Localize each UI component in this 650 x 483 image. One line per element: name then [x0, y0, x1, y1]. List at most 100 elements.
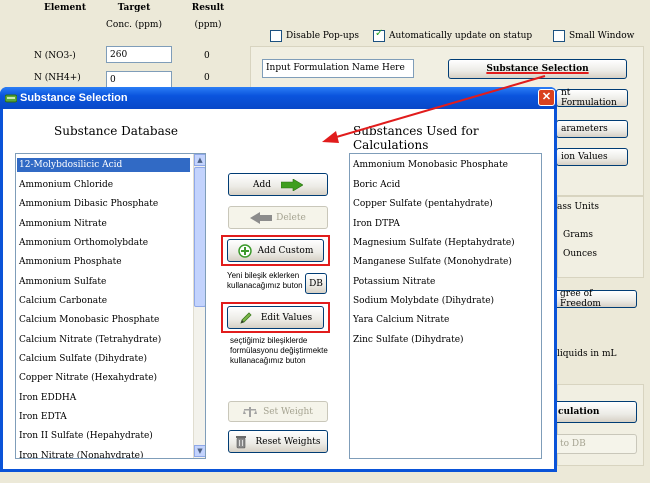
to-db-button-label: to DB — [560, 439, 586, 449]
used-heading: Substances Used for Calculations — [353, 124, 479, 152]
list-item[interactable]: Calcium Monobasic Phosphate — [19, 315, 159, 325]
degree-of-freedom-button[interactable]: gree of Freedom — [549, 289, 637, 309]
list-item[interactable]: Ammonium Sulfate — [19, 277, 106, 287]
disable-popups-checkbox[interactable] — [270, 30, 282, 42]
liquids-label: liquids in mL — [557, 349, 617, 359]
edit-values-note: seçtiğimiz bileşiklerde formülasyonu değ… — [230, 336, 340, 366]
small-window-checkbox[interactable] — [553, 30, 565, 42]
list-item[interactable]: Calcium Nitrate (Tetrahydrate) — [19, 335, 161, 345]
edit-values-button[interactable]: Edit Values — [227, 306, 324, 329]
target-column-header: Target Conc. (ppm) — [104, 2, 164, 31]
database-heading: Substance Database — [54, 124, 178, 138]
calculation-button-label: culation — [558, 407, 600, 417]
row-element-label: N (NO3-) — [34, 51, 76, 61]
list-item[interactable]: Calcium Sulfate (Dihydrate) — [19, 354, 147, 364]
trash-icon — [236, 435, 247, 448]
element-column-header: Element — [44, 3, 86, 13]
database-scrollbar[interactable]: ▲ ▼ — [193, 154, 205, 458]
disable-popups-label: Disable Pop-ups — [286, 31, 359, 41]
add-custom-button[interactable]: Add Custom — [227, 239, 324, 262]
small-window-label: Small Window — [569, 31, 635, 41]
dialog-titlebar[interactable]: Substance Selection ✕ — [0, 87, 557, 109]
parameters-button[interactable]: arameters — [556, 120, 628, 138]
db-button-label: DB — [309, 278, 323, 289]
list-item[interactable]: Sodium Molybdate (Dihydrate) — [353, 296, 494, 306]
substance-selection-button[interactable]: Substance Selection — [448, 59, 627, 79]
values-button-label: ion Values — [561, 152, 608, 162]
list-item[interactable]: Iron EDTA — [19, 412, 67, 422]
list-item[interactable]: Zinc Sulfate (Dihydrate) — [353, 335, 464, 345]
list-item[interactable]: Ammonium Monobasic Phosphate — [353, 160, 508, 170]
row-element-label: N (NH4+) — [34, 73, 81, 83]
auto-update-label: Automatically update on statup — [389, 31, 533, 41]
substance-selection-dialog: Substance Selection ✕ Substance Database… — [0, 87, 557, 472]
add-button[interactable]: Add — [228, 173, 328, 196]
target-header-label: Target — [117, 3, 151, 13]
list-item[interactable]: Potassium Nitrate — [353, 277, 435, 287]
list-item[interactable]: Yara Calcium Nitrate — [353, 315, 449, 325]
degree-button-label: gree of Freedom — [560, 289, 601, 309]
arrow-left-icon — [250, 211, 273, 224]
substance-selection-label: Substance Selection — [486, 64, 589, 74]
mass-units-label: ass Units — [557, 202, 599, 212]
used-substances-list[interactable]: Ammonium Monobasic Phosphate Boric Acid … — [349, 153, 542, 459]
substance-database-list[interactable]: 12-Molybdosilicic Acid Ammonium Chloride… — [15, 153, 206, 459]
list-item[interactable]: Manganese Sulfate (Monohydrate) — [353, 257, 512, 267]
list-item[interactable]: Ammonium Nitrate — [19, 219, 107, 229]
db-button[interactable]: DB — [305, 273, 327, 294]
delete-button-label: Delete — [276, 212, 306, 223]
set-weight-label: Set Weight — [263, 406, 313, 417]
result-column-header: Result (ppm) — [188, 2, 228, 31]
plus-circle-icon — [237, 243, 252, 258]
list-item[interactable]: Magnesium Sulfate (Heptahydrate) — [353, 238, 515, 248]
reset-weights-button[interactable]: Reset Weights — [228, 430, 328, 453]
ounces-option[interactable]: Ounces — [563, 249, 597, 259]
list-item[interactable]: Iron Nitrate (Nonahydrate) — [19, 451, 144, 458]
target-conc-input[interactable]: 0 — [106, 71, 172, 88]
dialog-title: Substance Selection — [20, 92, 128, 104]
list-item[interactable]: Copper Nitrate (Hexahydrate) — [19, 373, 157, 383]
dialog-client-area: Substance Database Substances Used for C… — [3, 109, 554, 469]
arrow-right-icon — [281, 178, 304, 191]
scroll-down-icon[interactable]: ▼ — [194, 445, 205, 457]
grams-option[interactable]: Grams — [563, 230, 593, 240]
values-button[interactable]: ion Values — [556, 148, 628, 166]
edit-values-label: Edit Values — [260, 312, 313, 323]
result-header-label: Result — [191, 3, 225, 13]
scroll-up-icon[interactable]: ▲ — [194, 154, 205, 166]
target-conc-input[interactable]: 260 — [106, 46, 172, 63]
add-custom-note: Yeni bileşik eklerken kullanacağımız but… — [227, 271, 311, 291]
formulation-button-label: nt Formulation — [561, 88, 617, 108]
scroll-thumb[interactable] — [194, 167, 205, 307]
list-item[interactable]: Boric Acid — [353, 180, 400, 190]
to-db-button[interactable]: to DB — [549, 434, 637, 454]
add-button-label: Add — [252, 179, 272, 190]
list-item[interactable]: 12-Molybdosilicic Acid — [17, 158, 190, 172]
calculation-button[interactable]: culation — [549, 401, 637, 423]
list-item[interactable]: Ammonium Chloride — [19, 180, 113, 190]
close-icon[interactable]: ✕ — [538, 89, 555, 106]
window-icon — [5, 94, 17, 103]
list-item[interactable]: Iron EDDHA — [19, 393, 76, 403]
formulation-name-input[interactable]: Input Formulation Name Here — [262, 59, 414, 78]
delete-button[interactable]: Delete — [228, 206, 328, 229]
list-item[interactable]: Ammonium Dibasic Phosphate — [19, 199, 158, 209]
add-custom-label: Add Custom — [257, 245, 314, 256]
target-header-unit: Conc. (ppm) — [106, 20, 162, 30]
result-value: 0 — [204, 51, 210, 61]
list-item[interactable]: Ammonium Phosphate — [19, 257, 122, 267]
list-item[interactable]: Copper Sulfate (pentahydrate) — [353, 199, 493, 209]
pencil-icon — [240, 311, 252, 324]
list-item[interactable]: Iron II Sulfate (Hepahydrate) — [19, 431, 153, 441]
reset-weights-label: Reset Weights — [255, 436, 321, 447]
result-value: 0 — [204, 73, 210, 83]
list-item[interactable]: Calcium Carbonate — [19, 296, 107, 306]
parameters-button-label: arameters — [561, 124, 608, 134]
auto-update-checkbox[interactable] — [373, 28, 385, 42]
scale-icon — [243, 406, 258, 417]
formulation-button[interactable]: nt Formulation — [556, 88, 628, 108]
list-item[interactable]: Ammonium Orthomolybdate — [19, 238, 148, 248]
set-weight-button[interactable]: Set Weight — [228, 401, 328, 422]
result-header-unit: (ppm) — [194, 20, 222, 30]
list-item[interactable]: Iron DTPA — [353, 219, 400, 229]
